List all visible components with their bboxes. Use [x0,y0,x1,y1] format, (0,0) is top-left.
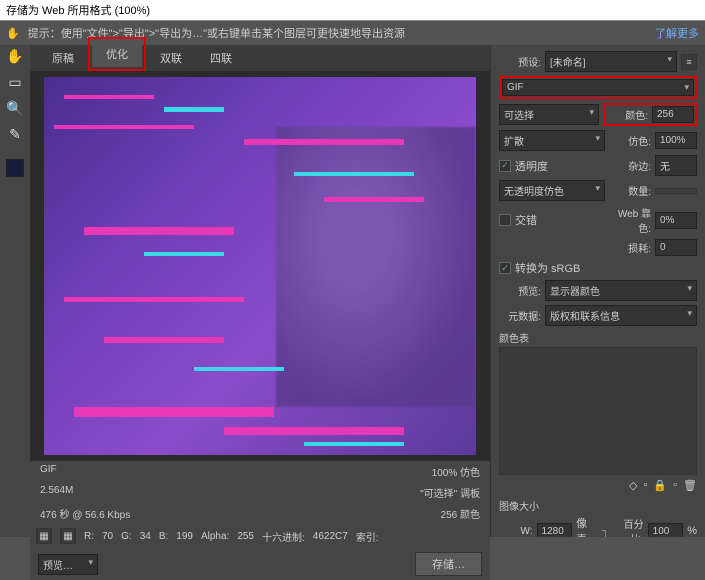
ct-icon[interactable]: ▫ [644,479,648,492]
preview-footer: 预览… 存储… [30,548,490,580]
save-button[interactable]: 存储… [415,552,482,576]
hint-text: 提示：使用"文件">"导出">"导出为…"或右键单击某个图层可更快速地导出资源 [28,25,405,41]
ct-icon[interactable]: 🔒 [653,479,667,492]
palette-select[interactable]: 可选择 [499,104,599,125]
colortable-title: 颜色表 [499,330,697,345]
width-input[interactable]: 1280 [537,523,573,538]
preview-dropdown[interactable]: 预览… [38,554,98,575]
colors-input[interactable]: 256 [652,106,694,123]
color-swatch[interactable] [6,159,24,177]
matte-select[interactable]: 无 [655,155,697,176]
eyedropper-tool-icon[interactable]: ✎ [6,125,24,143]
hand-icon: ✋ [6,27,20,40]
hex-value: 4622C7 [313,531,348,542]
trans-dither-select[interactable]: 无透明度仿色 [499,180,605,201]
info-line-1: GIF100% 仿色 [30,461,490,482]
ct-icon[interactable]: ▫ [673,479,677,492]
metadata-select[interactable]: 版权和联系信息 [545,305,697,326]
info-line-3: 476 秒 @ 56.6 Kbps256 颜色 [30,503,490,524]
websnap-input[interactable]: 0% [655,212,697,229]
dither-select[interactable]: 扩散 [499,130,605,151]
tool-column: ✋ ▭ 🔍 ✎ [0,45,30,537]
tab-original[interactable]: 原稿 [38,45,88,71]
view-tabs: 原稿 优化 双联 四联 [30,45,490,71]
info-line-2: 2.564M"可选择" 调板 [30,482,490,503]
ct-icon[interactable]: 🗑 [683,479,697,492]
color-footer: ▦ ▦ R:70 G:34 B:199 Alpha:255 十六进制:4622C… [30,524,490,548]
tab-twoup[interactable]: 双联 [146,45,196,71]
b-value: 199 [176,531,193,542]
hand-tool-icon[interactable]: ✋ [6,47,24,65]
lossy-input[interactable]: 0 [655,239,697,256]
preview-select[interactable]: 显示器颜色 [545,280,697,301]
dither-pct-input[interactable]: 100% [655,132,697,149]
r-value: 70 [102,531,113,542]
amount-input [655,188,697,194]
slice-tool-icon[interactable]: ▭ [6,73,24,91]
preset-select[interactable]: [未命名] [545,51,677,72]
canvas-area [30,71,490,461]
transparency-checkbox[interactable]: ✓ [499,160,511,172]
title-bar: 存储为 Web 所用格式 (100%) [0,0,705,21]
settings-panel: 预设:[未命名]≡ GIF 可选择 颜色: 256 扩散 仿色: 100% ✓透… [490,45,705,537]
preview-image [44,77,476,455]
percent-input[interactable]: 100 [648,523,684,538]
colortable-icons: ◇ ▫ 🔒 ▫ 🗑 [499,479,697,492]
ct-icon[interactable]: ◇ [629,479,637,492]
highlight-tab-optimized: 优化 [88,37,146,71]
convert-srgb-checkbox[interactable]: ✓ [499,262,511,274]
grid2-icon[interactable]: ▦ [60,528,76,544]
tab-optimized[interactable]: 优化 [92,41,142,67]
zoom-tool-icon[interactable]: 🔍 [6,99,24,117]
learn-more-link[interactable]: 了解更多 [655,25,699,41]
highlight-colors: 颜色: 256 [603,103,697,126]
alpha-value: 255 [237,531,254,542]
g-value: 34 [140,531,151,542]
imagesize-title: 图像大小 [499,498,697,513]
highlight-format: GIF [499,76,697,99]
preset-label: 预设: [499,54,541,69]
grid-icon[interactable]: ▦ [36,528,52,544]
color-table [499,347,697,475]
interlaced-checkbox[interactable] [499,214,511,226]
preset-menu-icon[interactable]: ≡ [681,54,697,70]
format-select[interactable]: GIF [502,79,694,96]
tab-fourup[interactable]: 四联 [196,45,246,71]
